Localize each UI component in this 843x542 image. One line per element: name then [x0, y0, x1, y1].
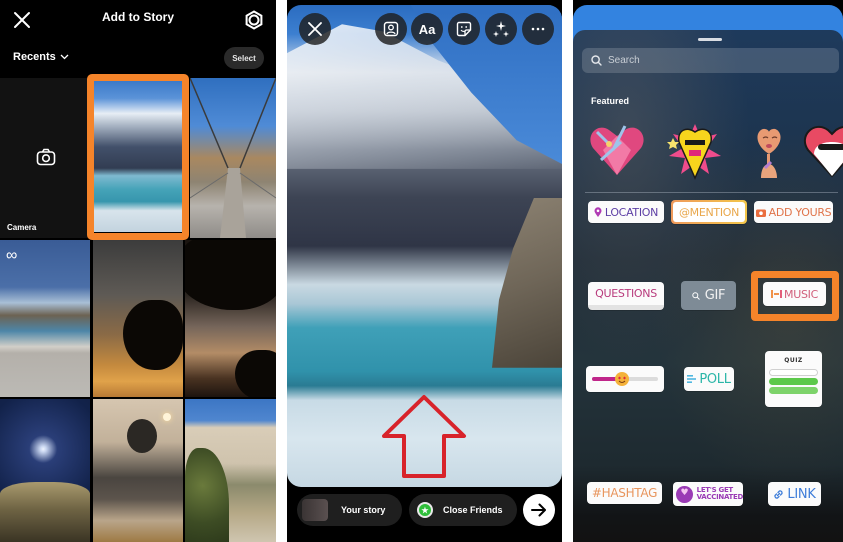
- text-button[interactable]: Aa: [411, 13, 443, 45]
- next-button[interactable]: [523, 494, 555, 526]
- sunset-tree-photo[interactable]: [93, 240, 183, 397]
- featured-heading: Featured: [591, 96, 630, 106]
- tea-cup-photo[interactable]: [93, 399, 183, 542]
- emoji-slider-sticker[interactable]: [586, 366, 664, 392]
- gallery-header: Add to Story: [0, 0, 276, 40]
- camera-icon: [36, 148, 56, 166]
- tree-silhouette: [235, 350, 276, 397]
- dusk-tree-silhouette-photo[interactable]: [185, 240, 276, 397]
- your-story-button[interactable]: Your story: [297, 494, 402, 526]
- quiz-option: [769, 387, 818, 394]
- house-garden-photo[interactable]: [185, 399, 276, 542]
- search-input[interactable]: [608, 55, 818, 66]
- chevron-down-icon: [60, 54, 69, 60]
- album-dropdown[interactable]: Recents: [13, 51, 69, 63]
- heart-with-flowers-sticker[interactable]: [587, 120, 647, 180]
- more-button[interactable]: [522, 13, 554, 45]
- mountain-lake-photo[interactable]: [94, 80, 182, 232]
- arrow-right-icon: [531, 503, 546, 517]
- gif-label: GIF: [704, 288, 726, 303]
- drag-handle[interactable]: [698, 38, 722, 41]
- music-bars-icon: [771, 290, 783, 298]
- add-yours-sticker[interactable]: ADD YOURS: [754, 201, 833, 223]
- location-pin-icon: [594, 207, 602, 217]
- your-story-thumbnail: [302, 499, 328, 521]
- lets-get-vaccinated-sticker[interactable]: ♥ LET'S GET VACCINATED: [673, 482, 743, 506]
- tree: [127, 419, 157, 453]
- page-title: Add to Story: [102, 10, 174, 24]
- text-tool-label: Aa: [418, 21, 436, 37]
- close-friends-label: Close Friends: [443, 505, 503, 515]
- masked-heart-sticker[interactable]: [802, 120, 843, 180]
- close-icon: [308, 22, 322, 36]
- camera-label: Camera: [7, 223, 37, 232]
- mention-label: @MENTION: [673, 202, 745, 222]
- effects-button[interactable]: [485, 13, 517, 45]
- add-yours-label: ADD YOURS: [768, 205, 832, 219]
- glacier-lake-boomerang[interactable]: ∞: [0, 240, 90, 397]
- tree-silhouette: [185, 240, 276, 310]
- link-icon: [774, 489, 784, 499]
- face-mirror-sticker[interactable]: [739, 120, 799, 180]
- close-friends-button[interactable]: ★ Close Friends: [409, 494, 517, 526]
- search-icon: [591, 55, 602, 66]
- boomerang-icon: ∞: [6, 247, 18, 264]
- emoji-slider: [592, 372, 658, 386]
- sparkles-icon: [493, 21, 509, 37]
- suspension-bridge-photo[interactable]: [190, 78, 276, 238]
- person-tag-icon: [383, 21, 399, 37]
- vaccinated-line2: VACCINATED: [696, 493, 744, 501]
- poll-lines-icon: [687, 375, 697, 383]
- questions-label: QUESTIONS: [595, 287, 657, 300]
- poll-sticker[interactable]: POLL: [684, 367, 734, 391]
- hashtag-sticker[interactable]: #HASHTAG: [587, 482, 662, 504]
- quiz-sticker[interactable]: QUIZ: [765, 351, 822, 407]
- music-sticker[interactable]: MUSIC: [763, 282, 826, 306]
- rock-face: [492, 197, 562, 368]
- share-bar: Your story ★ Close Friends: [287, 494, 562, 528]
- sticker-button[interactable]: [448, 13, 480, 45]
- location-sticker[interactable]: LOCATION: [588, 201, 664, 223]
- select-button[interactable]: Select: [224, 47, 264, 69]
- section-divider: [585, 192, 838, 193]
- quiz-option: [769, 378, 818, 385]
- camera-tile[interactable]: Camera: [0, 78, 90, 238]
- link-label: LINK: [787, 486, 816, 502]
- album-label: Recents: [13, 51, 56, 63]
- tree-silhouette: [123, 300, 183, 370]
- moon-night-photo[interactable]: [0, 399, 90, 542]
- sun: [163, 413, 171, 421]
- quiz-label: QUIZ: [784, 357, 803, 364]
- sticker-search[interactable]: [582, 48, 839, 73]
- link-sticker[interactable]: LINK: [768, 482, 821, 506]
- search-icon: [692, 291, 700, 300]
- tag-people-button[interactable]: [375, 13, 407, 45]
- grass: [0, 481, 90, 542]
- gear-icon[interactable]: [244, 10, 264, 30]
- poll-label: POLL: [699, 371, 731, 387]
- yellow-mask-sticker[interactable]: [665, 120, 725, 180]
- mention-sticker[interactable]: @MENTION: [671, 200, 747, 224]
- story-editor-panel: Aa Your story ★ Close Friends: [287, 0, 562, 542]
- sticker-tray-panel: Featured LOCATION @MENTION ADD YOURS QUE…: [573, 0, 843, 542]
- quiz-option: [769, 369, 818, 376]
- camera-icon: [755, 209, 766, 217]
- sticker-icon: [456, 21, 472, 37]
- your-story-label: Your story: [341, 505, 386, 515]
- questions-sticker[interactable]: QUESTIONS: [588, 282, 664, 310]
- hashtag-label: #HASHTAG: [591, 486, 658, 500]
- heart-icon: ♥: [676, 485, 693, 503]
- close-button[interactable]: [299, 13, 331, 45]
- gif-sticker[interactable]: GIF: [681, 281, 736, 310]
- music-label: MUSIC: [784, 287, 818, 301]
- red-up-arrow-annotation: [382, 395, 466, 478]
- bush: [185, 447, 229, 542]
- featured-stickers: [573, 120, 843, 180]
- bridge-illustration: [190, 78, 276, 238]
- star-icon: ★: [417, 502, 433, 518]
- gallery-panel: Add to Story Recents Select Camera ∞: [0, 0, 276, 542]
- more-icon: [531, 27, 545, 31]
- location-label: LOCATION: [604, 205, 659, 219]
